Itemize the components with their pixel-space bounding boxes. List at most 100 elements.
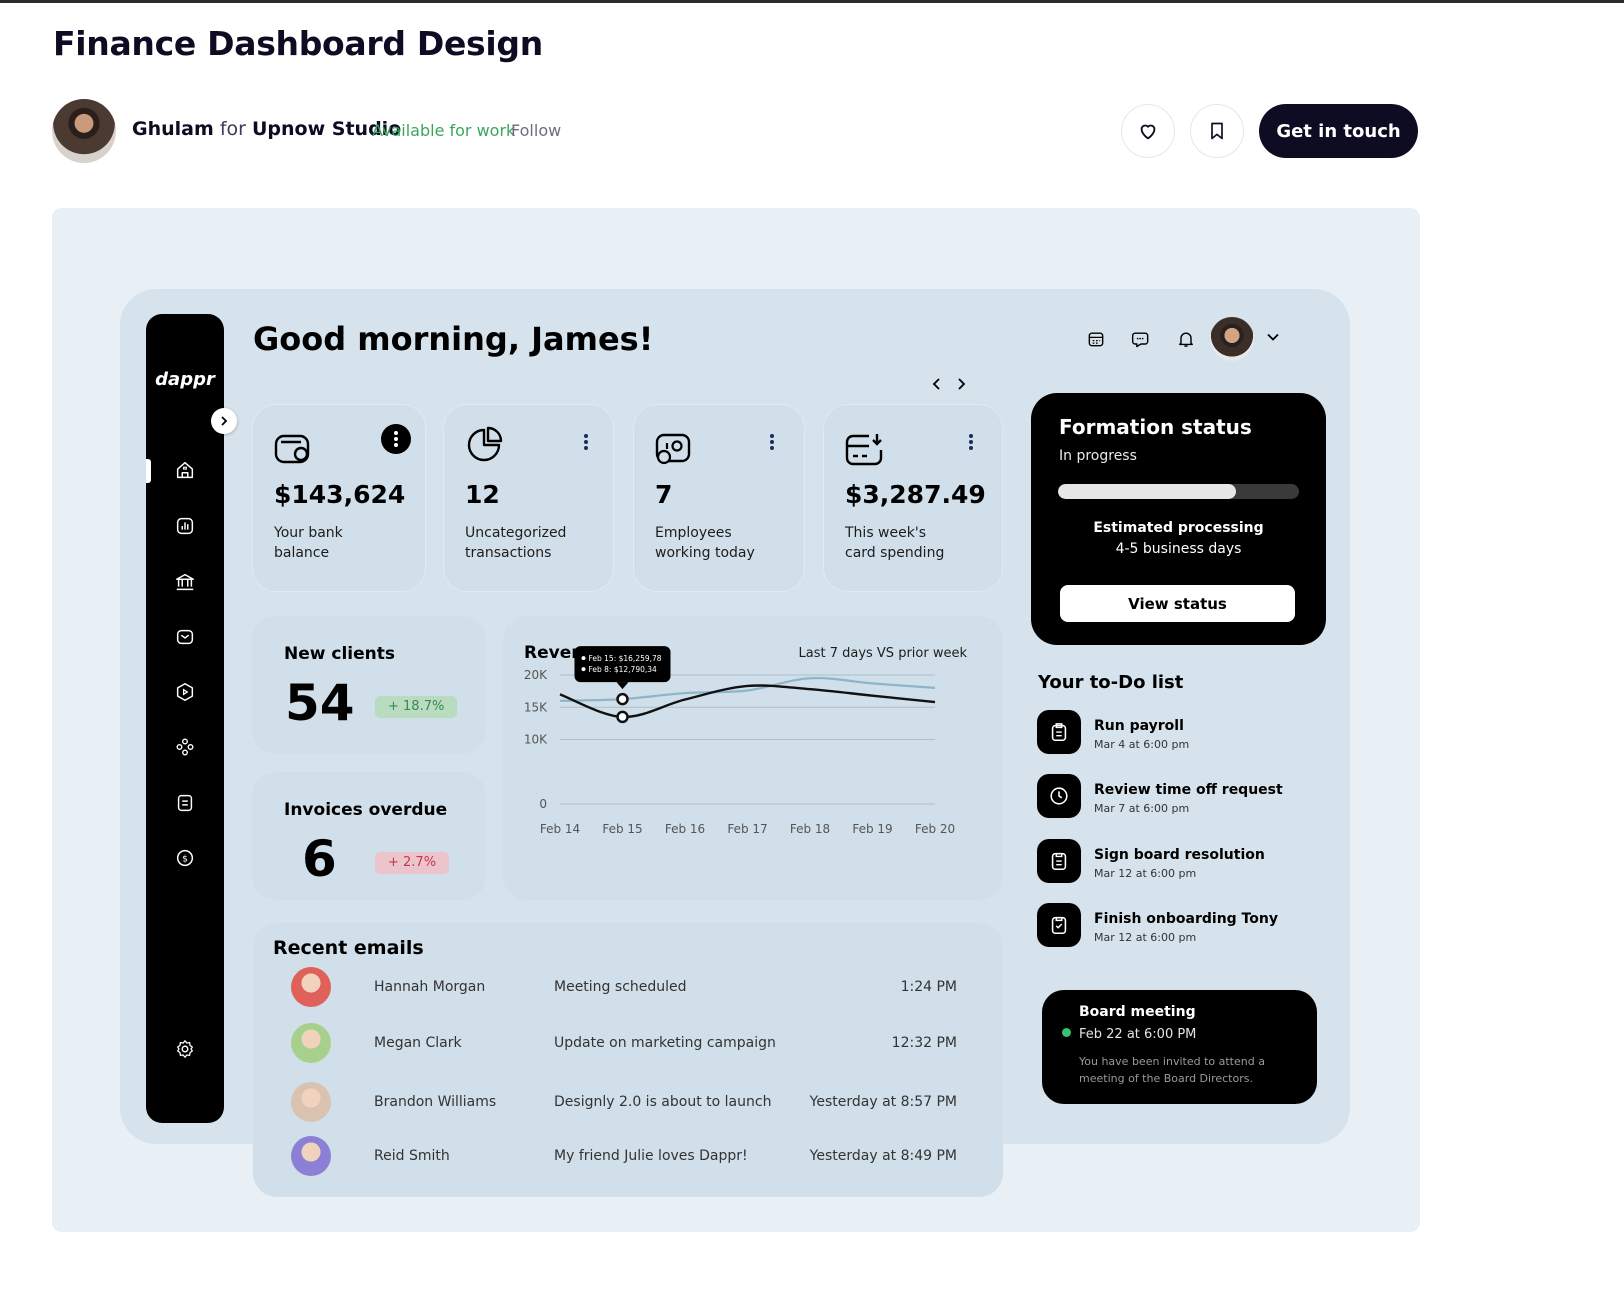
user-avatar[interactable] xyxy=(1210,317,1254,361)
notifications-button[interactable] xyxy=(1175,328,1197,350)
nav-payments[interactable]: $ xyxy=(173,846,197,870)
tooltip-text: Feb 8: $12,790,34 xyxy=(589,665,658,674)
board-meeting-card[interactable]: Board meeting Feb 22 at 6:00 PM You have… xyxy=(1042,990,1317,1104)
view-status-button[interactable]: View status xyxy=(1060,585,1295,622)
email-avatar xyxy=(291,1023,331,1063)
recent-emails-card: Recent emails Hannah Morgan Meeting sche… xyxy=(253,923,1003,1197)
status-dot xyxy=(1062,1028,1071,1037)
clipboard-icon xyxy=(1037,710,1081,754)
stat-label: Uncategorized transactions xyxy=(465,525,567,561)
nav-documents[interactable] xyxy=(173,791,197,815)
x-tick-label: Feb 16 xyxy=(665,822,705,836)
board-meeting-description: You have been invited to attend a meetin… xyxy=(1079,1055,1265,1085)
chart-icon xyxy=(176,517,194,535)
stat-card-transactions[interactable]: 12 Uncategorized transactions xyxy=(443,404,614,592)
stat-card-balance[interactable]: $143,624 Your bank balance xyxy=(252,404,426,592)
email-subject: Designly 2.0 is about to launch xyxy=(554,1094,772,1110)
todo-item[interactable]: Run payroll Mar 4 at 6:00 pm xyxy=(1037,710,1317,756)
chat-icon xyxy=(1131,332,1149,348)
get-in-touch-button[interactable]: Get in touch xyxy=(1259,104,1418,158)
tooltip-text: Feb 15: $16,259,78 xyxy=(589,654,662,663)
more-icon[interactable] xyxy=(767,430,777,454)
data-point-marker[interactable] xyxy=(616,710,629,724)
todo-item[interactable]: Sign board resolution Mar 12 at 6:00 pm xyxy=(1037,839,1317,885)
follow-link[interactable]: Follow xyxy=(511,121,561,140)
todo-item[interactable]: Finish onboarding Tony Mar 12 at 6:00 pm xyxy=(1037,903,1317,949)
top-divider xyxy=(0,0,1624,3)
email-time: Yesterday at 8:57 PM xyxy=(809,1094,957,1110)
todo-date: Mar 7 at 6:00 pm xyxy=(1094,802,1190,815)
account-menu-button[interactable] xyxy=(1266,330,1280,349)
nav-inbox[interactable] xyxy=(173,625,197,649)
y-tick-label: 15K xyxy=(524,700,548,714)
y-tick-label: 10K xyxy=(524,733,548,747)
invoices-overdue-value: 6 xyxy=(302,830,337,888)
x-tick-label: Feb 18 xyxy=(790,822,830,836)
nav-analytics[interactable] xyxy=(173,514,197,538)
revenue-chart[interactable]: 0 10K 15K 20K Feb 14 Feb 15 Feb 16 Feb 17 Feb 18… xyxy=(503,616,1003,900)
nav-media[interactable] xyxy=(173,680,197,704)
todo-name: Run payroll xyxy=(1094,718,1184,734)
email-row[interactable]: Brandon Williams Designly 2.0 is about t… xyxy=(253,1082,1003,1124)
revenue-card[interactable]: Revenue Last 7 days VS prior week 0 10K 15… xyxy=(503,616,1003,900)
more-button[interactable] xyxy=(381,424,411,454)
email-subject: Update on marketing campaign xyxy=(554,1035,776,1051)
author-row: Ghulam for Upnow Studio Available for wo… xyxy=(52,99,1422,163)
stat-card-employees[interactable]: 7 Employees working today xyxy=(633,404,805,592)
chevron-down-icon xyxy=(1267,333,1279,341)
x-tick-label: Feb 19 xyxy=(852,822,892,836)
tooltip-bullet xyxy=(581,656,586,661)
stat-label: This week's card spending xyxy=(845,525,945,561)
chevron-left-icon[interactable] xyxy=(930,375,944,393)
settings-icon xyxy=(177,1040,193,1058)
nav-banking[interactable] xyxy=(173,570,197,594)
wallet-icon xyxy=(274,432,312,471)
email-row[interactable]: Hannah Morgan Meeting scheduled 1:24 PM xyxy=(253,967,1003,1009)
more-icon[interactable] xyxy=(966,430,976,454)
stats-pager xyxy=(930,375,970,393)
formation-progress-bar xyxy=(1058,484,1299,499)
nav-team[interactable] xyxy=(173,735,197,759)
availability-status[interactable]: Available for work xyxy=(372,121,515,140)
nav-active-indicator xyxy=(146,459,151,483)
new-clients-card[interactable]: New clients 54 + 18.7% xyxy=(252,616,486,754)
email-sender: Hannah Morgan xyxy=(374,979,486,995)
email-row[interactable]: Megan Clark Update on marketing campaign… xyxy=(253,1023,1003,1065)
author-name[interactable]: Ghulam xyxy=(132,118,214,140)
pie-chart-icon xyxy=(465,426,503,469)
heart-icon xyxy=(1140,124,1156,140)
new-clients-value: 54 xyxy=(285,674,355,732)
data-point-marker[interactable] xyxy=(616,692,629,706)
like-button[interactable] xyxy=(1121,104,1175,158)
stat-card-spending[interactable]: $3,287.49 This week's card spending xyxy=(823,404,1003,592)
y-tick-label: 20K xyxy=(524,668,548,682)
invoices-overdue-card[interactable]: Invoices overdue 6 + 2.7% xyxy=(252,772,486,900)
calendar-icon xyxy=(1088,332,1104,347)
email-row[interactable]: Reid Smith My friend Julie loves Dappr! … xyxy=(253,1136,1003,1178)
estimate-heading: Estimated processing xyxy=(1093,520,1264,536)
nav-home[interactable] xyxy=(173,458,197,482)
author-avatar[interactable] xyxy=(52,99,116,163)
chat-button[interactable] xyxy=(1130,328,1152,350)
save-button[interactable] xyxy=(1190,104,1244,158)
video-icon xyxy=(176,683,194,701)
nav-settings[interactable] xyxy=(173,1037,197,1061)
email-time: 12:32 PM xyxy=(891,1035,957,1051)
author-byline: Ghulam for Upnow Studio xyxy=(132,118,401,140)
for-word: for xyxy=(219,118,246,140)
bookmark-icon xyxy=(1211,122,1223,140)
chevron-right-icon[interactable] xyxy=(954,375,968,393)
todo-item[interactable]: Review time off request Mar 7 at 6:00 pm xyxy=(1037,774,1317,820)
formation-status-card: Formation status In progress Estimated p… xyxy=(1031,393,1326,645)
app-logo[interactable]: dappr xyxy=(146,369,224,390)
sidebar-toggle-button[interactable] xyxy=(211,408,237,434)
todo-name: Finish onboarding Tony xyxy=(1094,911,1278,927)
inbox-icon xyxy=(176,629,194,645)
more-icon[interactable] xyxy=(581,430,591,454)
document-icon xyxy=(1037,839,1081,883)
calendar-button[interactable] xyxy=(1085,328,1107,350)
checklist-icon xyxy=(1037,903,1081,947)
svg-text:$: $ xyxy=(182,854,188,865)
email-avatar xyxy=(291,1082,331,1122)
employee-icon xyxy=(655,432,693,473)
